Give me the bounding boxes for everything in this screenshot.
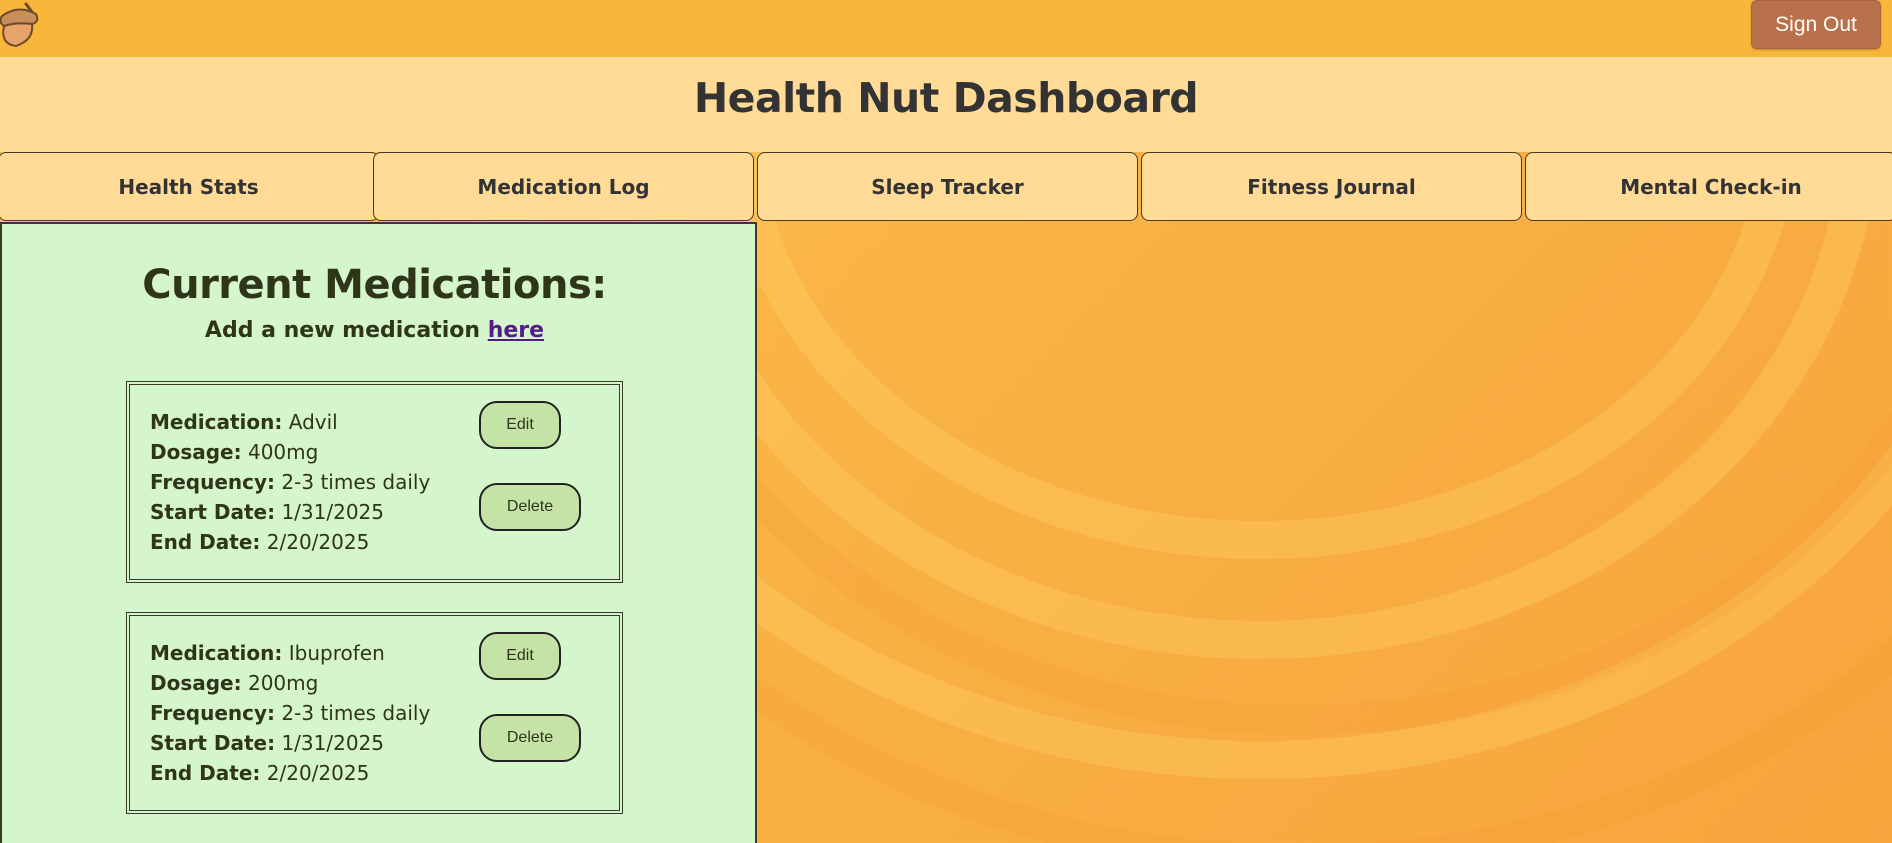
start-date-value: 1/31/2025 <box>281 731 384 755</box>
medication-details: Medication: Ibuprofen Dosage: 200mg Freq… <box>150 638 430 788</box>
frequency-row: Frequency: 2-3 times daily <box>150 698 430 728</box>
dosage-row: Dosage: 200mg <box>150 668 430 698</box>
sign-out-button[interactable]: Sign Out <box>1751 0 1881 49</box>
delete-button[interactable]: Delete <box>479 483 581 531</box>
end-date-value: 2/20/2025 <box>266 761 370 785</box>
start-date-value: 1/31/2025 <box>281 500 384 524</box>
tab-medication-log[interactable]: Medication Log <box>373 152 754 221</box>
frequency-value: 2-3 times daily <box>281 701 431 725</box>
delete-button[interactable]: Delete <box>479 714 581 762</box>
tab-sleep-tracker[interactable]: Sleep Tracker <box>757 152 1138 221</box>
edit-button[interactable]: Edit <box>479 632 561 680</box>
tab-health-stats[interactable]: Health Stats <box>0 152 379 221</box>
edit-button[interactable]: Edit <box>479 401 561 449</box>
frequency-row: Frequency: 2-3 times daily <box>150 467 430 497</box>
end-date-row: End Date: 2/20/2025 <box>150 758 430 788</box>
medication-card: Medication: Ibuprofen Dosage: 200mg Freq… <box>126 612 623 814</box>
medication-row: Medication: Ibuprofen <box>150 638 430 668</box>
medication-label: Medication: <box>150 641 283 665</box>
page-title: Health Nut Dashboard <box>693 74 1199 122</box>
end-date-label: End Date: <box>150 761 261 785</box>
frequency-value: 2-3 times daily <box>281 470 431 494</box>
frequency-label: Frequency: <box>150 701 276 725</box>
dosage-label: Dosage: <box>150 671 242 695</box>
medication-details: Medication: Advil Dosage: 400mg Frequenc… <box>150 407 430 557</box>
top-bar <box>0 0 1892 57</box>
dosage-row: Dosage: 400mg <box>150 437 430 467</box>
medication-card: Medication: Advil Dosage: 400mg Frequenc… <box>126 381 623 583</box>
medication-value: Advil <box>288 410 338 434</box>
start-date-row: Start Date: 1/31/2025 <box>150 728 430 758</box>
medications-panel: Current Medications: Add a new medicatio… <box>0 222 757 843</box>
add-medication-link[interactable]: here <box>488 318 544 343</box>
dosage-value: 400mg <box>247 440 319 464</box>
tab-fitness-journal[interactable]: Fitness Journal <box>1141 152 1522 221</box>
add-medication-text: Add a new medication here <box>2 318 747 343</box>
medication-value: Ibuprofen <box>288 641 385 665</box>
start-date-label: Start Date: <box>150 731 276 755</box>
add-medication-prefix: Add a new medication <box>204 318 488 343</box>
end-date-row: End Date: 2/20/2025 <box>150 527 430 557</box>
dosage-value: 200mg <box>247 671 319 695</box>
medication-row: Medication: Advil <box>150 407 430 437</box>
start-date-label: Start Date: <box>150 500 276 524</box>
acorn-icon[interactable] <box>0 0 44 48</box>
frequency-label: Frequency: <box>150 470 276 494</box>
medication-label: Medication: <box>150 410 283 434</box>
end-date-value: 2/20/2025 <box>266 530 370 554</box>
tab-mental-check-in[interactable]: Mental Check-in <box>1525 152 1892 221</box>
dosage-label: Dosage: <box>150 440 242 464</box>
start-date-row: Start Date: 1/31/2025 <box>150 497 430 527</box>
end-date-label: End Date: <box>150 530 261 554</box>
panel-title: Current Medications: <box>142 262 607 308</box>
